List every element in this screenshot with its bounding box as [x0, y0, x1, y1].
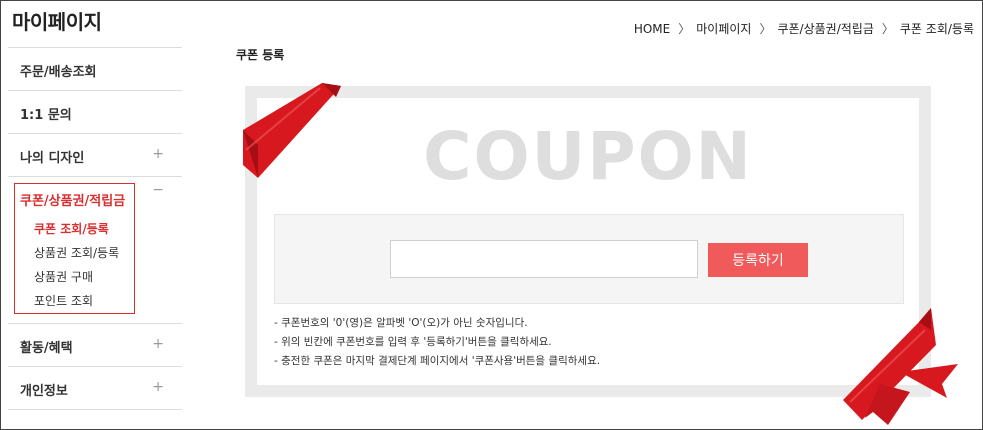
- ribbon-bottom-right-icon: [843, 308, 958, 425]
- ribbon-top-left-icon: [243, 83, 341, 178]
- ribbon-decoration: [243, 83, 958, 425]
